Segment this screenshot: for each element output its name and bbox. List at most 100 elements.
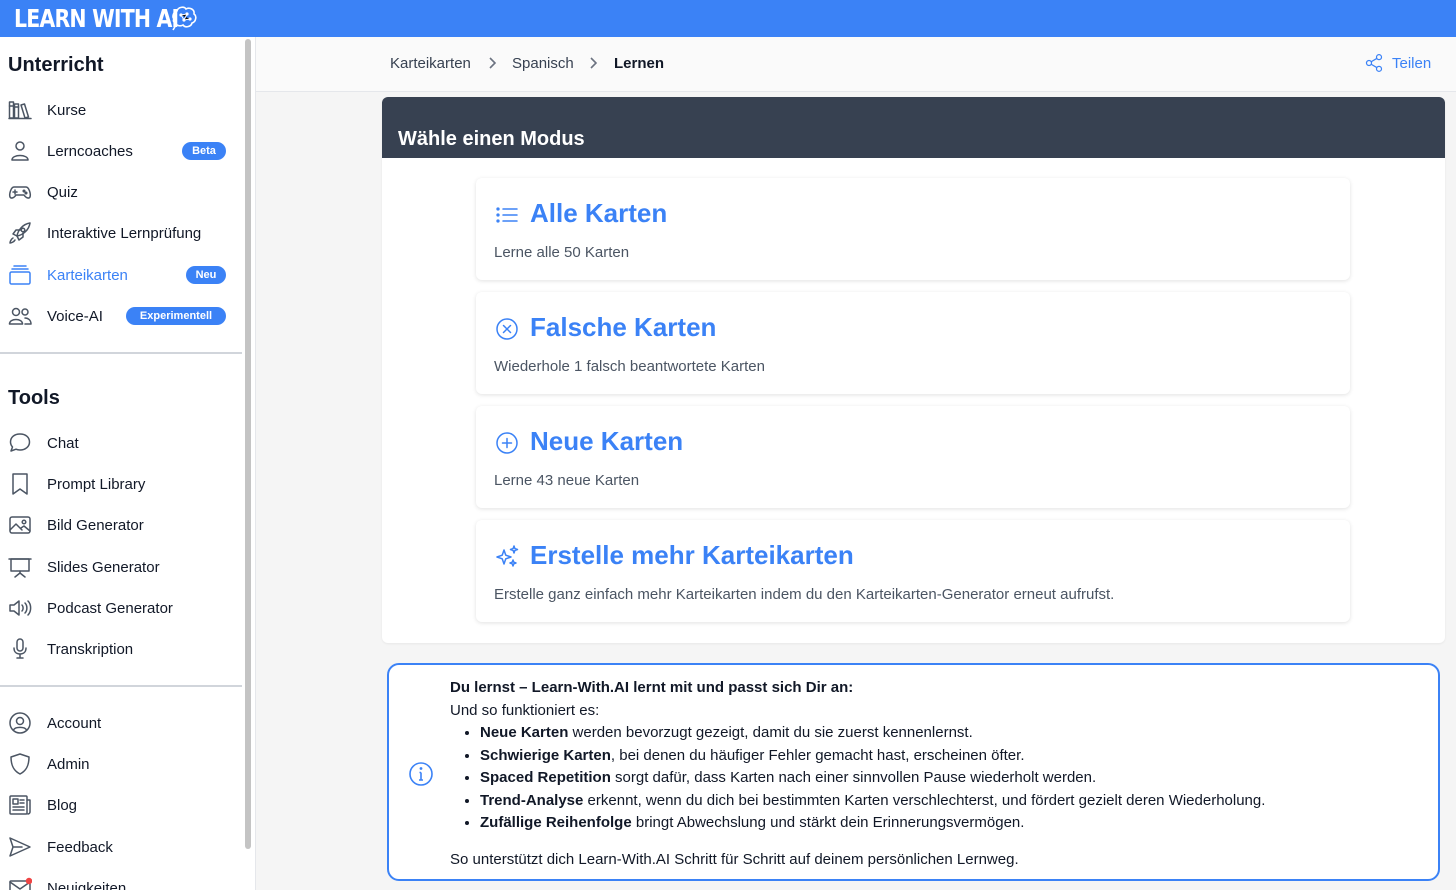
sidebar-item-quiz[interactable]: Quiz — [0, 174, 242, 210]
list-item-bold: Neue Karten — [480, 724, 569, 741]
info-heading: Du lernst – Learn-With.AI lernt mit und … — [450, 679, 854, 696]
sidebar-item-label: Feedback — [47, 838, 113, 856]
list-item-bold: Zufällige Reihenfolge — [480, 814, 632, 831]
neu-badge: Neu — [186, 266, 226, 284]
sidebar-item-label: Podcast Generator — [47, 599, 173, 617]
experimentell-badge: Experimentell — [126, 307, 226, 325]
mode-card-description: Wiederhole 1 falsch beantwortete Karten — [494, 358, 765, 375]
mail-icon — [8, 876, 33, 890]
sidebar-item-karteikarten[interactable]: Karteikarten Neu — [0, 257, 242, 293]
chevron-right-icon — [485, 56, 499, 70]
sidebar-item-prompt-library[interactable]: Prompt Library — [0, 466, 242, 502]
list-item: Neue Karten werden bevorzugt gezeigt, da… — [480, 722, 1265, 745]
info-intro: Und so funktioniert es: — [450, 701, 600, 719]
sidebar-item-account[interactable]: Account — [0, 705, 242, 741]
share-label: Teilen — [1392, 54, 1432, 72]
info-list: Neue Karten werden bevorzugt gezeigt, da… — [450, 722, 1265, 835]
list-item-bold: Spaced Repetition — [480, 769, 611, 786]
sidebar-item-label: Kurse — [47, 101, 87, 119]
presentation-icon — [8, 555, 32, 579]
sidebar-item-lerncoaches[interactable]: Lerncoaches Beta — [0, 133, 242, 169]
sidebar-item-label: Quiz — [47, 183, 78, 201]
list-item-text: werden bevorzugt gezeigt, damit du sie z… — [568, 724, 973, 741]
share-button[interactable]: Teilen — [1364, 53, 1431, 73]
mode-card-description: Lerne 43 neue Karten — [494, 472, 640, 489]
sidebar-item-transkription[interactable]: Transkription — [0, 631, 242, 667]
sidebar-item-label: Prompt Library — [47, 475, 146, 493]
list-item-bold: Trend-Analyse — [480, 791, 584, 809]
sidebar-item-bild-generator[interactable]: Bild Generator — [0, 507, 242, 543]
sidebar-divider — [0, 352, 242, 354]
sidebar-item-neuigkeiten[interactable]: Neuigkeiten — [0, 870, 242, 890]
gamepad-icon — [8, 180, 32, 204]
list-item-bold: Schwierige Karten — [480, 746, 611, 764]
mode-card-alle-karten[interactable]: Alle Karten Lerne alle 50 Karten — [476, 178, 1350, 280]
sidebar-item-label: Transkription — [47, 640, 134, 658]
user-icon — [8, 139, 32, 163]
breadcrumb-karteikarten[interactable]: Karteikarten — [390, 55, 471, 72]
list-item-text: , bei denen du häufiger Fehler gemacht h… — [610, 746, 1025, 764]
list-item: Spaced Repetition sorgt dafür, dass Kart… — [480, 767, 1265, 790]
mode-card-description: Lerne alle 50 Karten — [494, 244, 630, 261]
shield-icon — [8, 752, 32, 776]
info-icon — [408, 761, 434, 787]
sidebar-item-label: Voice-AI — [47, 307, 103, 325]
plus-circle-icon — [494, 430, 520, 456]
sidebar-item-label: Account — [47, 714, 102, 732]
mode-card-erstelle-mehr-karteikarten[interactable]: Erstelle mehr Karteikarten Erstelle ganz… — [476, 520, 1350, 622]
sidebar-item-kurse[interactable]: Kurse — [0, 92, 242, 128]
mode-card-title: Erstelle mehr Karteikarten — [530, 540, 854, 570]
logo-text[interactable]: LEARN WITH AI — [14, 4, 179, 33]
sidebar-item-label: Admin — [47, 755, 90, 773]
newspaper-icon — [8, 793, 32, 817]
brain-logo-icon — [172, 6, 197, 31]
sidebar-item-label: Slides Generator — [47, 558, 160, 576]
info-footer: So unterstützt dich Learn-With.AI Schrit… — [450, 850, 1019, 868]
microphone-icon — [8, 637, 32, 661]
list-item-text: bringt Abwechslung und stärkt dein Erinn… — [631, 814, 1025, 831]
top-bar: LEARN WITH AI — [0, 0, 1456, 37]
sparkles-icon — [494, 544, 520, 570]
mode-card-title: Alle Karten — [530, 198, 668, 228]
sidebar-item-podcast-generator[interactable]: Podcast Generator — [0, 590, 242, 626]
beta-badge: Beta — [182, 142, 226, 160]
list-item-text: sorgt dafür, dass Karten nach einer sinn… — [610, 769, 1097, 786]
scrollbar-thumb[interactable] — [245, 39, 251, 849]
sidebar-item-chat[interactable]: Chat — [0, 425, 242, 461]
mode-card-title: Neue Karten — [530, 426, 684, 456]
breadcrumb-lernen: Lernen — [614, 55, 665, 72]
books-icon — [8, 98, 32, 122]
mode-panel: Wähle einen Modus Alle Karten Lerne alle… — [382, 97, 1445, 643]
sidebar-item-admin[interactable]: Admin — [0, 746, 242, 782]
section-title-tools: Tools — [8, 387, 60, 409]
cards-icon — [8, 263, 32, 287]
account-icon — [8, 711, 32, 735]
breadcrumb-spanisch[interactable]: Spanisch — [512, 55, 574, 72]
sidebar-item-feedback[interactable]: Feedback — [0, 829, 242, 865]
sidebar-item-label: Blog — [47, 796, 78, 814]
list-icon — [494, 202, 520, 228]
sidebar-item-label: Lerncoaches — [47, 142, 133, 160]
sidebar-item-blog[interactable]: Blog — [0, 787, 242, 823]
sidebar-item-label: Interaktive Lernprüfung — [47, 224, 202, 242]
section-title-unterricht: Unterricht — [8, 54, 104, 76]
mode-card-description: Erstelle ganz einfach mehr Karteikarten … — [494, 586, 1115, 603]
users-icon — [8, 304, 32, 328]
mode-panel-header: Wähle einen Modus — [382, 97, 1445, 158]
list-item-text: erkennt, wenn du dich bei bestimmten Kar… — [583, 791, 1266, 809]
bookmark-icon — [8, 472, 32, 496]
speaker-icon — [8, 596, 32, 620]
sidebar-divider — [0, 685, 242, 687]
list-item: Schwierige Karten, bei denen du häufiger… — [480, 745, 1265, 768]
sidebar-item-interaktive-lernpruefung[interactable]: Interaktive Lernprüfung — [0, 215, 242, 251]
mode-card-falsche-karten[interactable]: Falsche Karten Wiederhole 1 falsch beant… — [476, 292, 1350, 394]
info-box: Du lernst – Learn-With.AI lernt mit und … — [387, 663, 1440, 881]
sidebar-item-label: Karteikarten — [47, 266, 128, 284]
sidebar-scrollbar[interactable] — [242, 37, 256, 890]
breadcrumb-bar: Karteikarten Spanisch Lernen Teilen — [256, 37, 1456, 92]
mode-card-neue-karten[interactable]: Neue Karten Lerne 43 neue Karten — [476, 406, 1350, 508]
sidebar-item-slides-generator[interactable]: Slides Generator — [0, 549, 242, 585]
mode-heading: Wähle einen Modus — [398, 128, 585, 150]
sidebar-item-voice-ai[interactable]: Voice-AI Experimentell — [0, 298, 242, 334]
sidebar-item-label: Neuigkeiten — [47, 879, 127, 890]
